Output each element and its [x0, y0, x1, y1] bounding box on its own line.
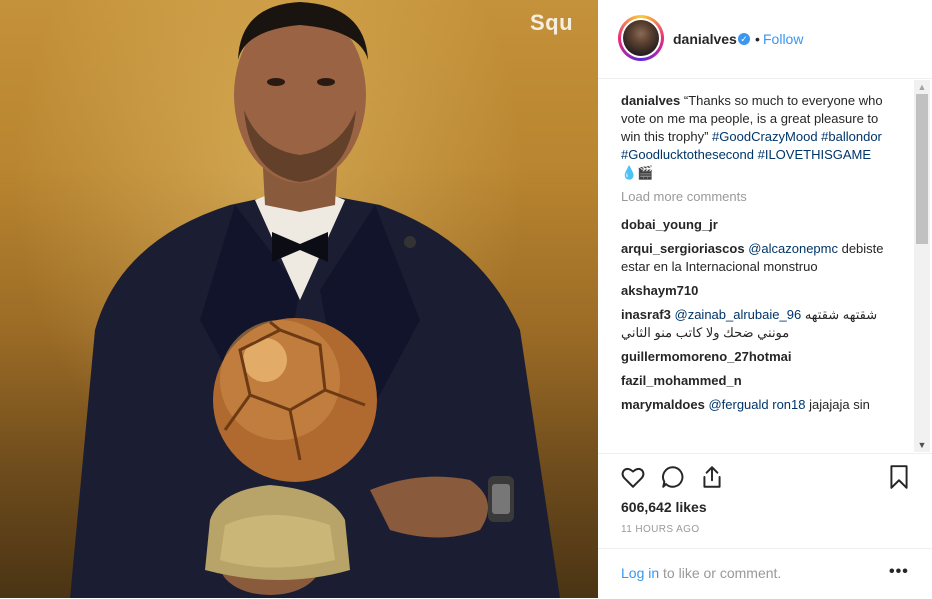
bookmark-icon[interactable] — [886, 464, 912, 490]
comment-item: dobai_young_jr — [621, 216, 893, 234]
post-timestamp[interactable]: 11 HOURS AGO — [621, 524, 700, 535]
hashtag-goodlucktothesecond[interactable]: #Goodlucktothesecond — [621, 147, 754, 162]
comment-item: arqui_sergioriascos @alcazonepmc debiste… — [621, 240, 893, 276]
comment-item: fazil_mohammed_n — [621, 372, 893, 390]
comment-username[interactable]: akshaym710 — [621, 283, 698, 298]
comment-username[interactable]: guillermomoreno_27hotmai — [621, 349, 791, 364]
comment-username[interactable]: inasraf3 — [621, 307, 671, 322]
comment-text: jajajaja sin — [805, 397, 870, 412]
post-sidebar: danialves ✓ • Follow danialves “Thanks s… — [598, 0, 932, 598]
share-icon[interactable] — [699, 464, 725, 490]
follow-button[interactable]: Follow — [763, 31, 803, 47]
comment-username[interactable]: fazil_mohammed_n — [621, 373, 742, 388]
post-username[interactable]: danialves — [673, 31, 737, 47]
more-options-icon[interactable]: ••• — [889, 563, 909, 581]
post-actions — [598, 453, 932, 502]
login-prompt: Log in to like or comment. — [621, 565, 781, 581]
post-header: danialves ✓ • Follow — [598, 0, 932, 79]
comment-item: marymaldoes @ferguald ron18 jajajaja sin — [621, 396, 893, 414]
avatar-inner — [621, 18, 661, 58]
login-link[interactable]: Log in — [621, 565, 659, 581]
caption-username[interactable]: danialves — [621, 93, 680, 108]
caption: danialves “Thanks so much to everyone wh… — [621, 92, 893, 182]
login-prompt-text: to like or comment. — [659, 565, 782, 581]
post-footer: Log in to like or comment. ••• — [598, 548, 932, 599]
post-photo[interactable]: Squ — [0, 0, 598, 598]
separator-dot: • — [755, 31, 760, 47]
comment-mention[interactable]: @zainab_alrubaie_96 — [675, 307, 802, 322]
scroll-up-arrow-icon[interactable]: ▲ — [914, 80, 930, 94]
heart-icon[interactable] — [620, 464, 646, 490]
comment-item: guillermomoreno_27hotmai — [621, 348, 893, 366]
load-more-comments-button[interactable]: Load more comments — [621, 188, 893, 206]
hashtag-ilovethisgame[interactable]: #ILOVETHISGAME — [758, 147, 871, 162]
comment-username[interactable]: dobai_young_jr — [621, 217, 718, 232]
verified-icon: ✓ — [738, 33, 750, 45]
comments-list: danialves “Thanks so much to everyone wh… — [621, 92, 893, 452]
comment-icon[interactable] — [660, 464, 686, 490]
comment-username[interactable]: marymaldoes — [621, 397, 705, 412]
comment-username[interactable]: arqui_sergioriascos — [621, 241, 745, 256]
scroll-down-arrow-icon[interactable]: ▼ — [914, 438, 930, 452]
caption-tail-emoji: 💧🎬 — [621, 165, 654, 180]
likes-count[interactable]: 606,642 likes — [621, 499, 707, 515]
comment-item: inasraf3 @zainab_alrubaie_96 شقتهه شقتهه… — [621, 306, 893, 342]
hashtag-ballondor[interactable]: #ballondor — [821, 129, 882, 144]
comment-item: akshaym710 — [621, 282, 893, 300]
scroll-thumb[interactable] — [916, 94, 928, 244]
watermark-text: Squ — [530, 10, 574, 35]
comment-mention[interactable]: @alcazonepmc — [748, 241, 838, 256]
avatar[interactable] — [618, 15, 664, 61]
comment-mention[interactable]: @ferguald ron18 — [708, 397, 805, 412]
comments-scrollbar[interactable]: ▲ ▼ — [914, 80, 930, 452]
photo-illustration — [70, 2, 560, 598]
hashtag-goodcrazymood[interactable]: #GoodCrazyMood — [712, 129, 818, 144]
avatar-image — [623, 20, 659, 56]
